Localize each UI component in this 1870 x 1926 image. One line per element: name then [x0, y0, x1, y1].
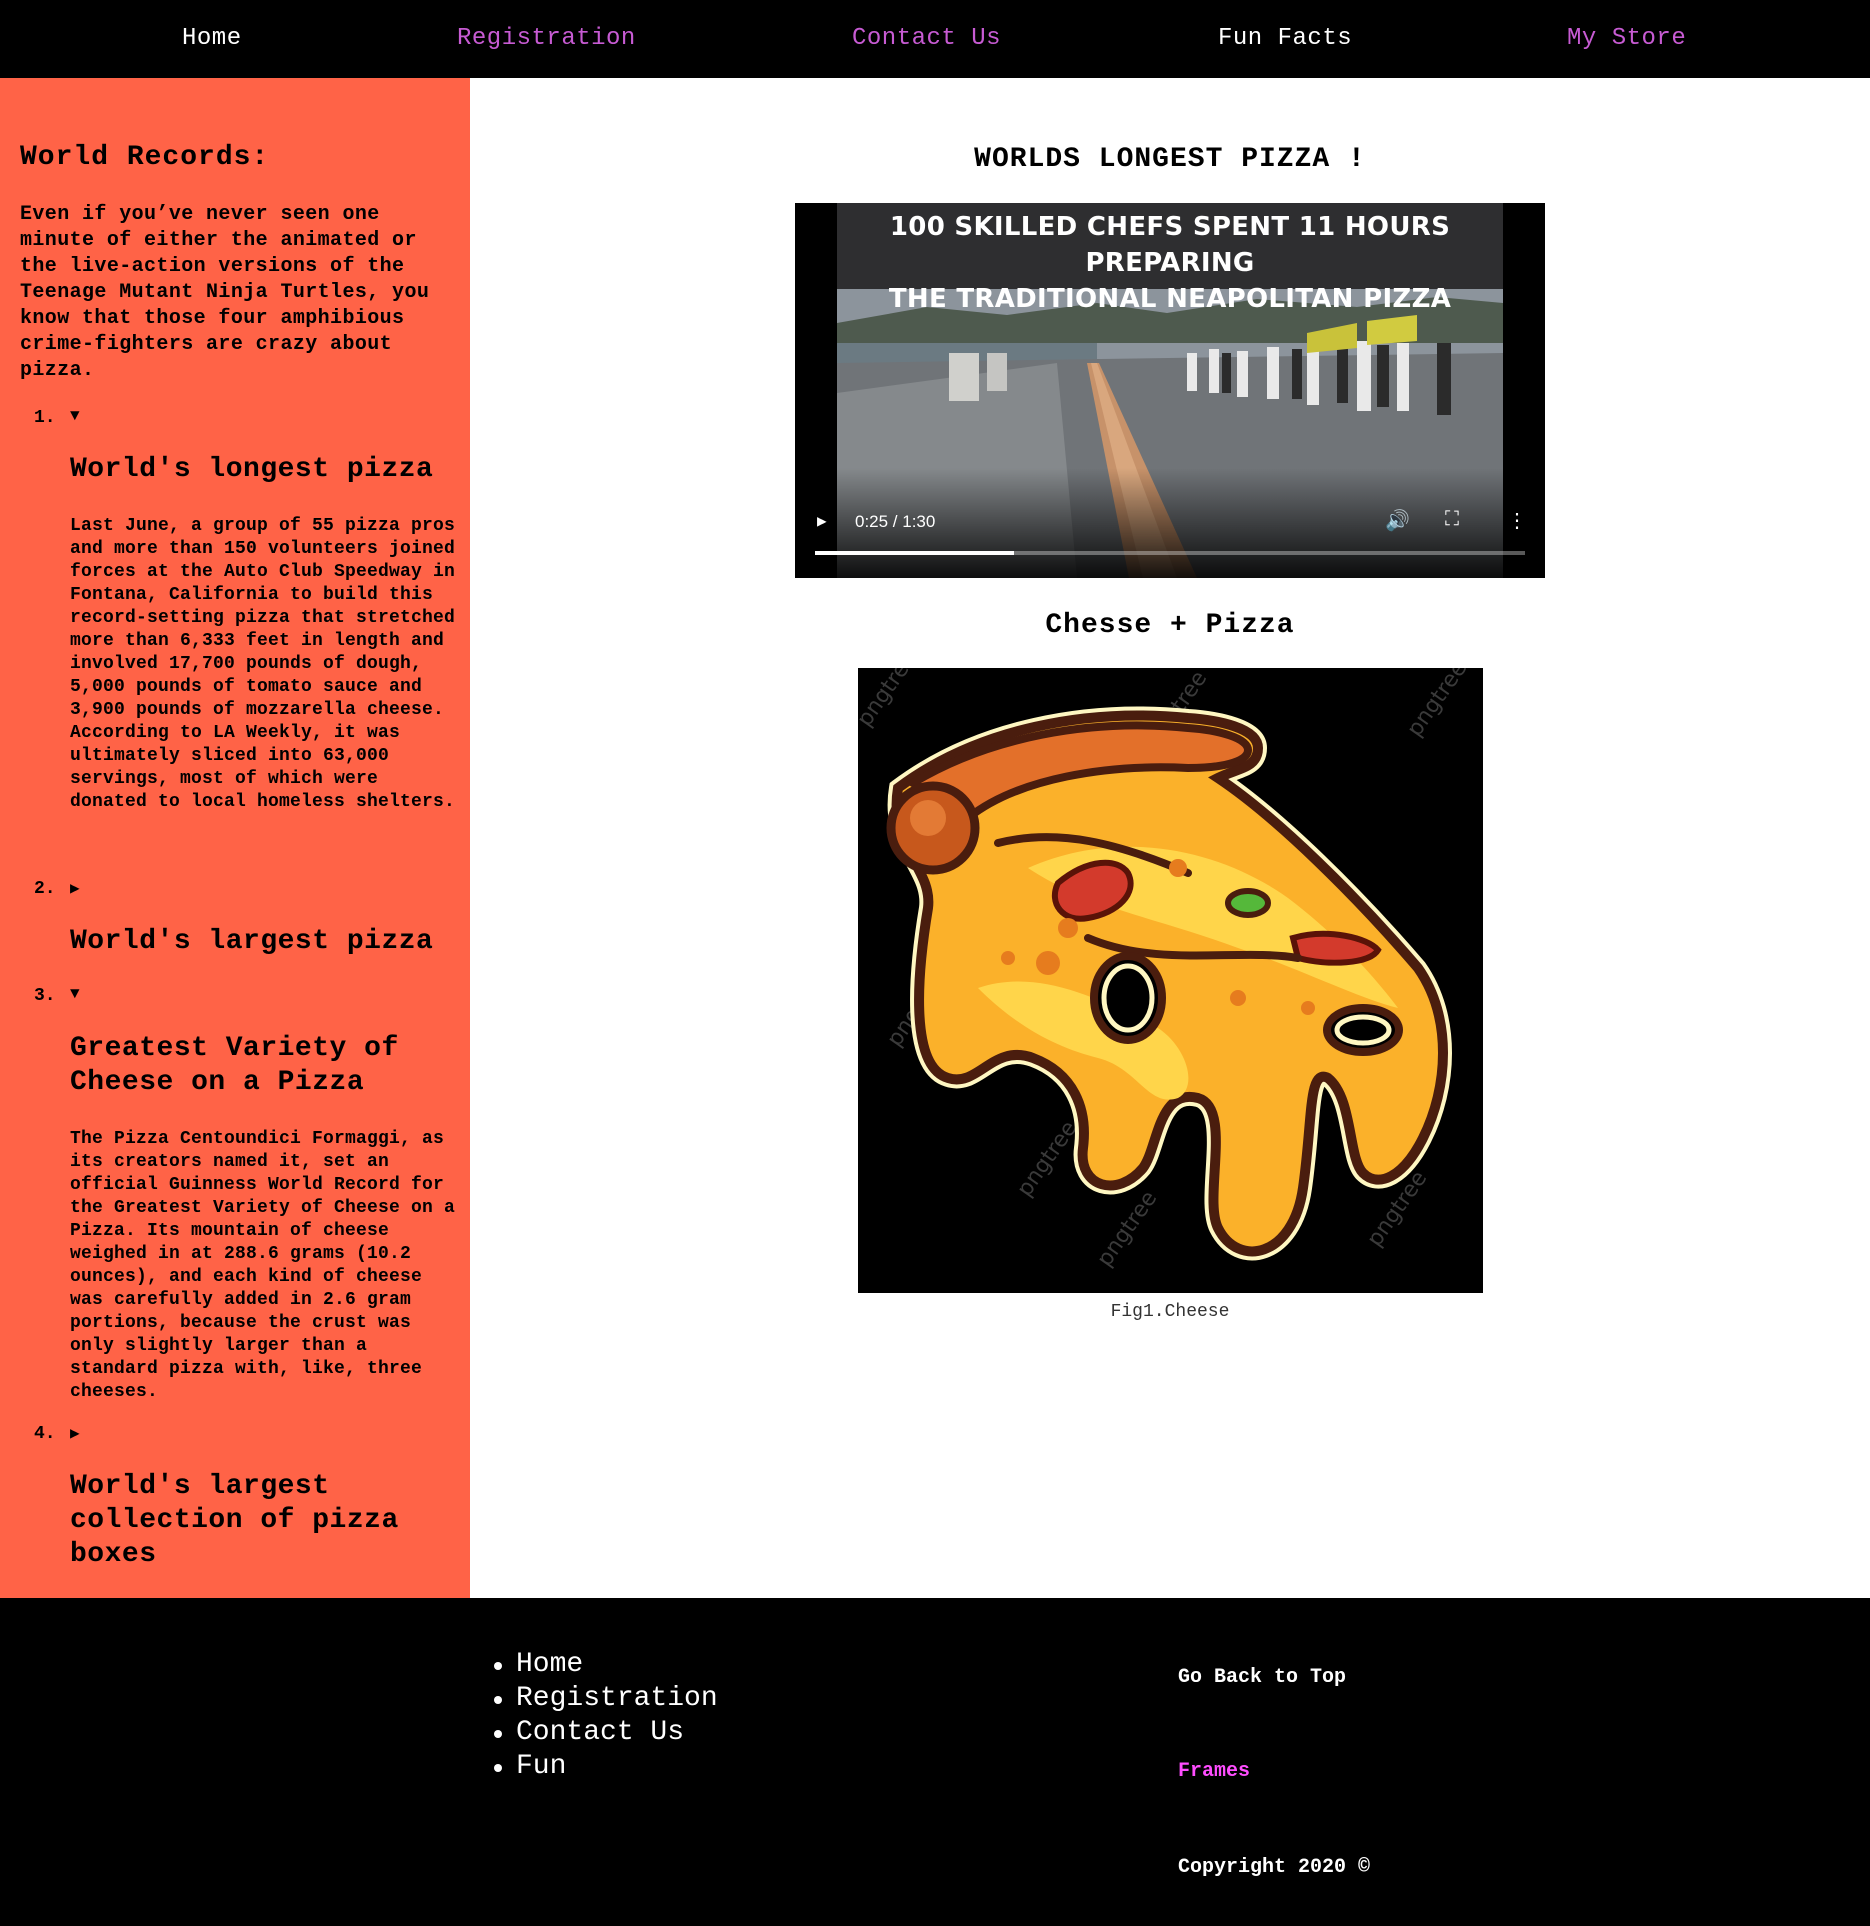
record-4-title: World's largest collection of pizza boxe…: [70, 1471, 399, 1570]
watermark-text: pngtree: [1012, 1117, 1082, 1202]
record-2-number: 2.: [34, 879, 56, 899]
video-time: 0:25 / 1:30: [855, 512, 936, 531]
copyright-text: Copyright 2020 ©: [1178, 1856, 1371, 1879]
footer-contact-us-link[interactable]: Contact Us: [490, 1716, 718, 1750]
record-1-title: World's longest pizza: [70, 454, 434, 485]
record-3-expand-toggle[interactable]: ▼: [70, 985, 80, 1003]
watermark-text: pngtree: [1092, 1187, 1162, 1272]
video-progress-fill: [815, 551, 1014, 555]
cheese-pizza-image: pngtree pngtree pngtree pngtree pngtree …: [858, 668, 1483, 1293]
record-1-number: 1.: [34, 408, 56, 428]
record-3-description: The Pizza Centoundici Formaggi, as its c…: [70, 1129, 456, 1402]
footer-fun-link[interactable]: Fun: [490, 1750, 718, 1784]
nav-home-link[interactable]: Home: [182, 0, 242, 78]
video-progress-bar[interactable]: [815, 551, 1525, 555]
top-navigation-bar: Home Registration Contact Us Fun Facts M…: [0, 0, 1870, 78]
page-footer: Home Registration Contact Us Fun Go Back…: [0, 1598, 1870, 1926]
frames-link[interactable]: Frames: [1178, 1760, 1250, 1783]
video-controls: ▶ 0:25 / 1:30 🔊 ⛶ ⋮: [795, 468, 1545, 578]
record-2-expand-toggle[interactable]: ▶: [70, 878, 80, 898]
more-options-icon[interactable]: ⋮: [1507, 508, 1527, 534]
video-banner-text: 100 SKILLED CHEFS SPENT 11 HOURS PREPARI…: [837, 203, 1503, 314]
record-2-title: World's largest pizza: [70, 926, 434, 957]
main-title: WORLDS LONGEST PIZZA !: [974, 144, 1366, 175]
subtitle-cheese-pizza: Chesse + Pizza: [1045, 610, 1295, 641]
record-4-number: 4.: [34, 1424, 56, 1444]
sidebar-heading: World Records:: [20, 142, 270, 173]
nav-contact-us-link[interactable]: Contact Us: [852, 0, 1001, 78]
footer-link-list: Home Registration Contact Us Fun: [490, 1648, 718, 1784]
world-records-sidebar: World Records: Even if you’ve never seen…: [0, 78, 470, 1598]
record-1-expand-toggle[interactable]: ▼: [70, 407, 80, 425]
record-4-expand-toggle[interactable]: ▶: [70, 1423, 80, 1443]
nav-registration-link[interactable]: Registration: [457, 0, 636, 78]
record-3-title: Greatest Variety of Cheese on a Pizza: [70, 1033, 399, 1098]
play-icon[interactable]: ▶: [817, 511, 827, 531]
watermark-text: pngtree: [1402, 668, 1472, 741]
sidebar-intro-text: Even if you’ve never seen one minute of …: [20, 203, 430, 382]
pizza-video-player[interactable]: 100 SKILLED CHEFS SPENT 11 HOURS PREPARI…: [795, 203, 1545, 578]
back-to-top-link[interactable]: Go Back to Top: [1178, 1666, 1346, 1689]
footer-registration-link[interactable]: Registration: [490, 1682, 718, 1716]
nav-fun-facts-link[interactable]: Fun Facts: [1218, 0, 1352, 78]
volume-icon[interactable]: 🔊: [1385, 508, 1410, 534]
pizza-slice-illustration: pngtree pngtree pngtree pngtree pngtree …: [858, 668, 1472, 1272]
video-banner-line-1: 100 SKILLED CHEFS SPENT 11 HOURS PREPARI…: [889, 212, 1451, 278]
video-banner-line-2: THE TRADITIONAL NEAPOLITAN PIZZA: [888, 284, 1452, 314]
footer-home-link[interactable]: Home: [490, 1648, 718, 1682]
nav-my-store-link[interactable]: My Store: [1567, 0, 1686, 78]
figure-caption: Fig1.Cheese: [1110, 1302, 1230, 1322]
record-3-number: 3.: [34, 986, 56, 1006]
watermark-text: pngtree: [858, 668, 922, 731]
record-1-description: Last June, a group of 55 pizza pros and …: [70, 516, 456, 812]
fullscreen-icon[interactable]: ⛶: [1445, 508, 1459, 532]
